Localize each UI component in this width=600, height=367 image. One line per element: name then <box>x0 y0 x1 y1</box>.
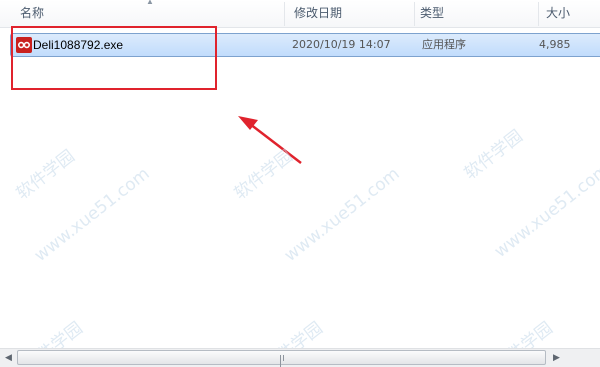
horizontal-scrollbar[interactable]: ◀ ▶ <box>0 348 600 367</box>
annotation-arrow-icon <box>238 116 302 164</box>
grip-icon <box>280 355 287 367</box>
scroll-right-button[interactable]: ▶ <box>548 349 565 366</box>
scroll-left-button[interactable]: ◀ <box>0 349 17 366</box>
scroll-thumb[interactable] <box>17 350 546 367</box>
